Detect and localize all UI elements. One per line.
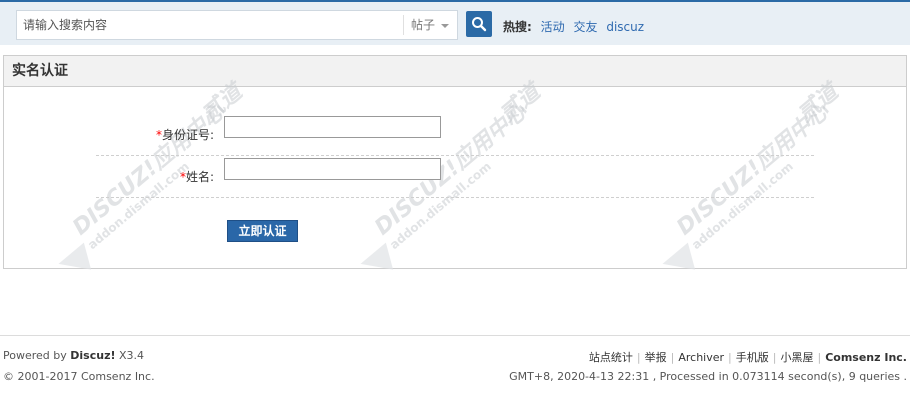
search-type-label: 帖子 (411, 18, 436, 32)
powered-version: X3.4 (119, 349, 145, 362)
chevron-down-icon (441, 24, 449, 28)
footer-divider (0, 335, 910, 336)
watermark-arrow-icon (356, 242, 394, 278)
separator: | (817, 351, 822, 364)
separator: | (636, 351, 641, 364)
search-bar: 帖子 热搜: 活动 交友 discuz (0, 0, 910, 45)
footer-link-blackroom[interactable]: 小黑屋 (780, 351, 813, 364)
company-name: Comsenz Inc. (825, 351, 907, 364)
form-row-id-number: *身份证号: (96, 114, 814, 156)
id-number-label-text: 身份证号: (161, 128, 214, 142)
form-row-name: *姓名: (96, 156, 814, 198)
search-type-select[interactable]: 帖子 (403, 15, 459, 35)
page-stats: GMT+8, 2020-4-13 22:31 , Processed in 0.… (509, 370, 907, 383)
name-input[interactable] (224, 158, 441, 180)
verification-panel: 实名认证 DISCUZ!应用中心 addon.dismall.com 贰道 DI… (3, 55, 907, 278)
hot-link-activity[interactable]: 活动 (541, 20, 565, 34)
hot-link-discuz[interactable]: discuz (606, 20, 644, 34)
watermark-arrow-icon (658, 242, 696, 278)
hot-link-friends[interactable]: 交友 (573, 20, 597, 34)
footer-links: 站点统计 | 举报 | Archiver | 手机版 | 小黑屋 | Comsenz Inc. (589, 349, 907, 365)
search-button[interactable] (466, 11, 492, 37)
powered-prefix: Powered by (3, 349, 67, 362)
hot-search-label: 热搜: (503, 20, 532, 34)
search-box: 帖子 (16, 10, 458, 40)
footer-link-archiver[interactable]: Archiver (678, 351, 724, 364)
footer-link-stats[interactable]: 站点统计 (589, 351, 633, 364)
footer-link-company[interactable]: Comsenz Inc. (825, 351, 907, 364)
footer-link-mobile[interactable]: 手机版 (736, 351, 769, 364)
powered-brand-link[interactable]: Discuz! (70, 349, 115, 362)
verify-submit-button[interactable]: 立即认证 (227, 220, 298, 242)
id-number-label: *身份证号: (96, 126, 214, 143)
search-icon (472, 17, 487, 32)
name-label: *姓名: (96, 168, 214, 185)
separator: | (728, 351, 732, 364)
panel-title: 实名认证 (4, 56, 906, 87)
separator: | (772, 351, 777, 364)
hot-search: 热搜: 活动 交友 discuz (503, 18, 644, 35)
id-number-input[interactable] (224, 116, 441, 138)
separator: | (670, 351, 675, 364)
name-label-text: 姓名: (185, 170, 214, 184)
copyright: © 2001-2017 Comsenz Inc. (3, 370, 155, 383)
watermark-arrow-icon (54, 242, 92, 278)
footer-link-report[interactable]: 举报 (645, 351, 667, 364)
powered-by: Powered by Discuz! X3.4 (3, 349, 144, 362)
search-input[interactable] (17, 11, 401, 39)
